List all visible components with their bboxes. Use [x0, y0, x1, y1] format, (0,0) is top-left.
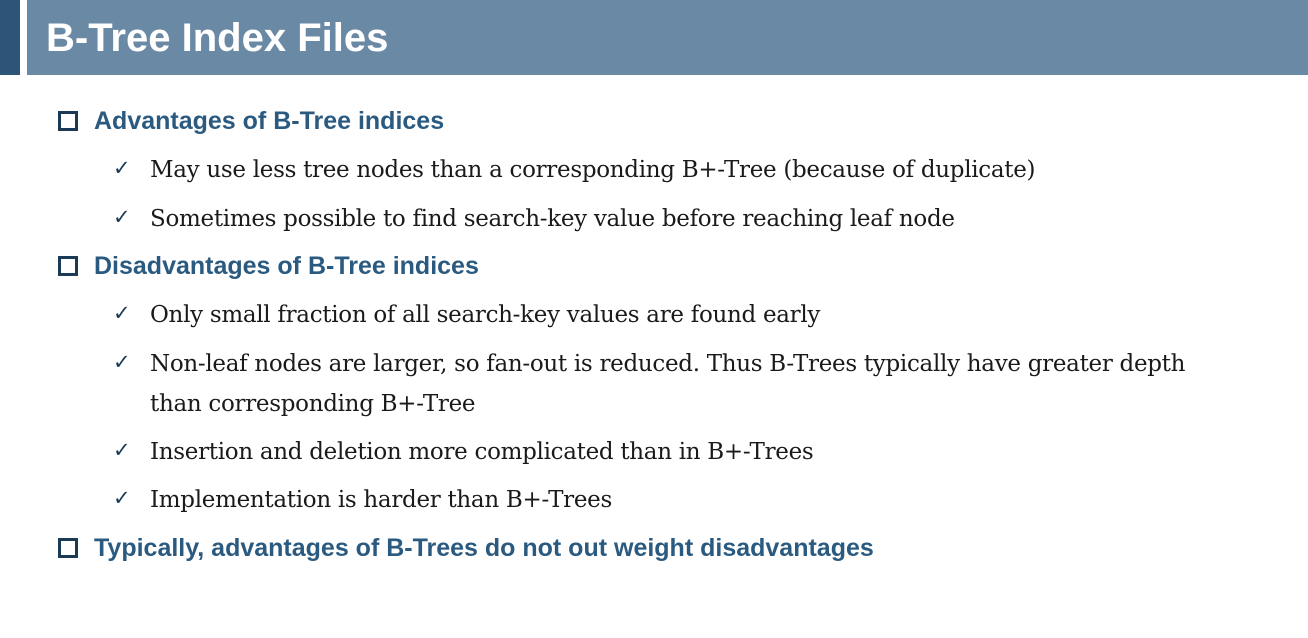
slide: B-Tree Index Files Advantages of B-Tree … [0, 0, 1308, 638]
square-bullet-icon [58, 111, 78, 131]
checkmark-icon: ✓ [113, 438, 131, 462]
list-item-text: May use less tree nodes than a correspon… [150, 157, 1036, 183]
checkmark-icon: ✓ [113, 301, 131, 325]
square-bullet-icon [58, 256, 78, 276]
slide-title: B-Tree Index Files [46, 16, 389, 60]
list-item-text: Insertion and deletion more complicated … [150, 439, 814, 465]
checkmark-icon: ✓ [113, 350, 131, 374]
list-item-text: Sometimes possible to find search-key va… [150, 206, 955, 232]
list-item-text: Non-leaf nodes are larger, so fan-out is… [150, 351, 1186, 417]
title-accent-gap [20, 0, 27, 75]
square-bullet-icon [58, 538, 78, 558]
section-heading-text: Typically, advantages of B-Trees do not … [94, 534, 874, 562]
checkmark-icon: ✓ [113, 156, 131, 180]
section-heading-text: Disadvantages of B-Tree indices [94, 252, 479, 280]
title-accent-stripe [0, 0, 20, 75]
list-item-text: Only small fraction of all search-key va… [150, 302, 821, 328]
checkmark-icon: ✓ [113, 486, 131, 510]
section-heading-text: Advantages of B-Tree indices [94, 107, 445, 135]
checkmark-icon: ✓ [113, 205, 131, 229]
list-item-text: Implementation is harder than B+-Trees [150, 487, 612, 513]
